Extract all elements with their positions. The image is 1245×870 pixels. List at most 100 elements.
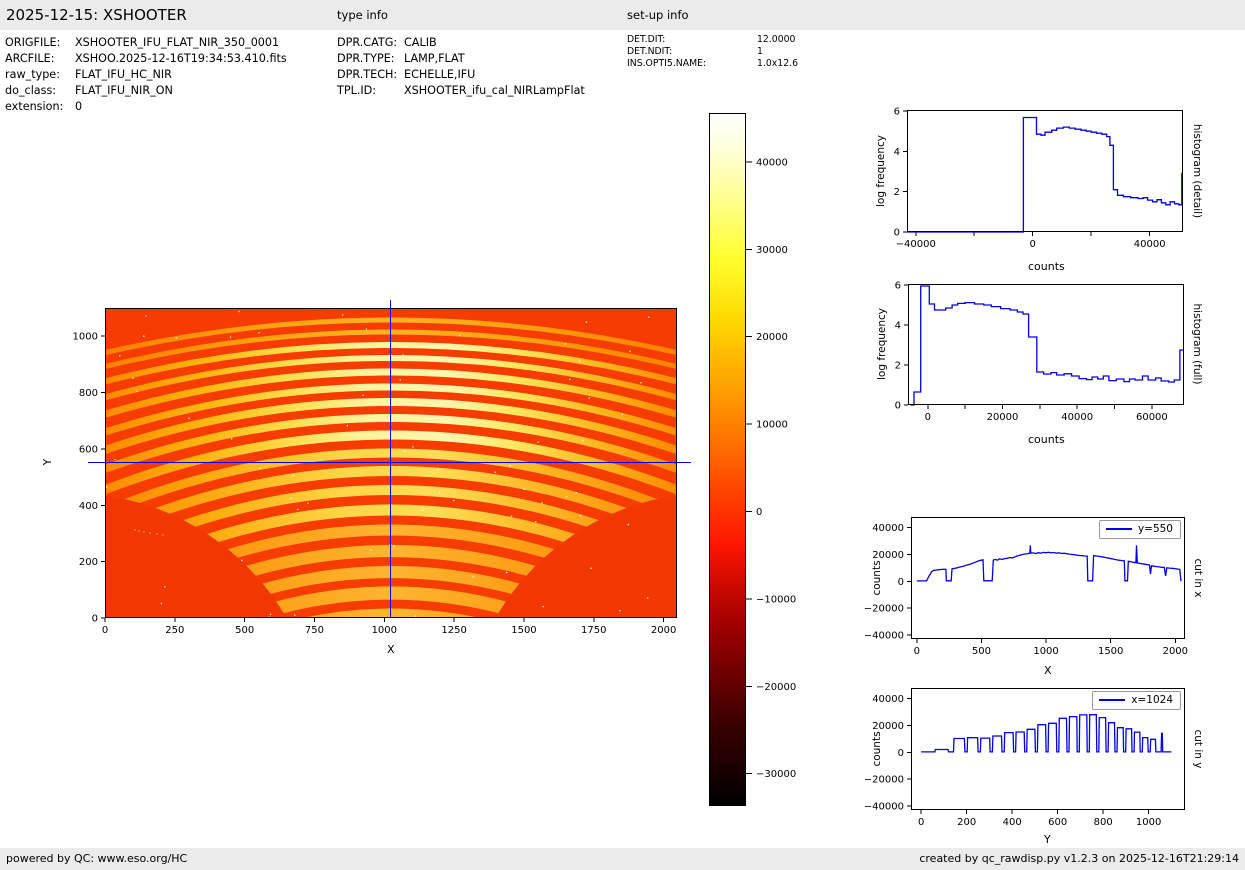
histogram-detail-right-label: histogram (detail) [1191,124,1203,218]
info-value: 12.0000 [757,34,795,45]
svg-text:1250: 1250 [441,625,466,636]
svg-text:40000: 40000 [872,523,904,534]
svg-text:2000: 2000 [651,625,676,636]
info-value: 1 [757,46,763,57]
info-value: XSHOOTER_ifu_cal_NIRLampFlat [404,84,585,97]
svg-text:600: 600 [79,444,98,455]
svg-text:20000: 20000 [756,332,788,343]
svg-text:−40000: −40000 [864,801,904,812]
svg-text:4: 4 [895,321,901,332]
info-value: 1.0x12.6 [757,58,798,69]
info-label: DPR.CATG: [337,36,397,49]
svg-text:−10000: −10000 [756,594,796,605]
legend-line-sample [1106,528,1132,530]
info-label: DPR.TYPE: [337,52,395,65]
histogram-full-right-label: histogram (full) [1191,304,1203,385]
svg-text:200: 200 [79,557,98,568]
info-value: XSHOO.2025-12-16T19:34:53.410.fits [75,52,287,65]
info-value: LAMP,FLAT [404,52,465,65]
svg-text:600: 600 [1048,817,1067,828]
info-row-opti5: INS.OPTI5.NAME: 1.0x12.6 [627,58,706,69]
histogram-detail-xlabel: counts [1028,260,1065,273]
svg-text:−30000: −30000 [756,769,796,780]
info-row-dprcatg: DPR.CATG: CALIB [337,36,397,49]
svg-text:−40000: −40000 [896,239,936,250]
svg-text:40000: 40000 [872,694,904,705]
histogram-full-plot: 02000040000600000246 [908,284,1184,405]
info-row-dprtech: DPR.TECH: ECHELLE,IFU [337,68,397,81]
svg-text:30000: 30000 [756,245,788,256]
svg-text:−20000: −20000 [864,775,904,786]
info-row-arcfile: ARCFILE: XSHOO.2025-12-16T19:34:53.410.f… [5,52,55,65]
info-value: FLAT_IFU_NIR_ON [75,84,173,97]
svg-text:2: 2 [895,361,901,372]
svg-text:0: 0 [925,412,931,423]
histogram-full-ylabel: log frequency [876,308,888,380]
info-row-detndit: DET.NDIT: 1 [627,46,672,57]
histogram-detail-ylabel: log frequency [875,135,887,207]
footer-created-by: created by qc_rawdisp.py v1.2.3 on 2025-… [919,848,1239,870]
svg-text:20000: 20000 [987,412,1019,423]
svg-text:40000: 40000 [1061,412,1093,423]
svg-text:800: 800 [1094,817,1113,828]
svg-text:200: 200 [957,817,976,828]
svg-text:40000: 40000 [756,157,788,168]
svg-text:60000: 60000 [1136,412,1168,423]
info-row-rawtype: raw_type: FLAT_IFU_HC_NIR [5,68,60,81]
cut-in-x-xlabel: X [1044,664,1052,677]
info-label: TPL.ID: [337,84,376,97]
setup-info-heading: set-up info [627,0,689,30]
svg-text:0: 0 [918,817,924,828]
histogram-detail-plot: −400000400000246 [907,110,1183,232]
footer-powered-by: powered by QC: www.eso.org/HC [6,848,187,870]
info-row-dprtype: DPR.TYPE: LAMP,FLAT [337,52,395,65]
svg-text:−20000: −20000 [756,682,796,693]
svg-text:400: 400 [79,501,98,512]
svg-text:250: 250 [165,625,184,636]
info-row-detdit: DET.DIT: 12.0000 [627,34,665,45]
cut-in-x-right-label: cut in x [1192,558,1204,597]
info-value: ECHELLE,IFU [404,68,475,81]
legend-label: y=550 [1138,523,1173,535]
svg-text:0: 0 [102,625,108,636]
svg-text:1000: 1000 [73,332,98,343]
svg-text:750: 750 [305,625,324,636]
footer-bar: powered by QC: www.eso.org/HC created by… [0,848,1245,870]
svg-text:500: 500 [235,625,254,636]
info-value: FLAT_IFU_HC_NIR [75,68,172,81]
cut-in-x-ylabel: counts [871,560,883,595]
svg-text:1000: 1000 [1033,646,1058,657]
svg-text:10000: 10000 [756,420,788,431]
info-label: ARCFILE: [5,52,55,65]
svg-text:20000: 20000 [872,721,904,732]
svg-text:1500: 1500 [1098,646,1123,657]
info-row-extension: extension: 0 [5,100,63,113]
info-value: 0 [75,100,82,113]
info-label: DET.DIT: [627,34,665,45]
info-label: ORIGFILE: [5,36,60,49]
svg-text:2: 2 [894,187,900,198]
svg-text:500: 500 [972,646,991,657]
svg-text:0: 0 [756,507,762,518]
info-label: DET.NDIT: [627,46,672,57]
svg-text:1500: 1500 [511,625,536,636]
info-label: raw_type: [5,68,60,81]
info-label: do_class: [5,84,56,97]
info-label: extension: [5,100,63,113]
svg-text:40000: 40000 [1134,239,1166,250]
crosshair-vertical-line [390,300,391,618]
svg-text:800: 800 [79,388,98,399]
info-value: XSHOOTER_IFU_FLAT_NIR_350_0001 [75,36,279,49]
main-xlabel: X [387,643,395,656]
page-title: 2025-12-15: XSHOOTER [6,0,187,30]
qc-report-page: 2025-12-15: XSHOOTER type info set-up in… [0,0,1245,870]
info-row-origfile: ORIGFILE: XSHOOTER_IFU_FLAT_NIR_350_0001 [5,36,60,49]
svg-text:0: 0 [895,401,901,412]
cut-in-y-ylabel: counts [871,731,883,766]
svg-text:0: 0 [914,646,920,657]
svg-text:0: 0 [92,614,98,625]
svg-text:4: 4 [894,147,900,158]
info-row-tplid: TPL.ID: XSHOOTER_ifu_cal_NIRLampFlat [337,84,376,97]
svg-text:0: 0 [894,228,900,239]
colorbar-ticks: 400003000020000100000−10000−20000−30000 [709,113,746,806]
